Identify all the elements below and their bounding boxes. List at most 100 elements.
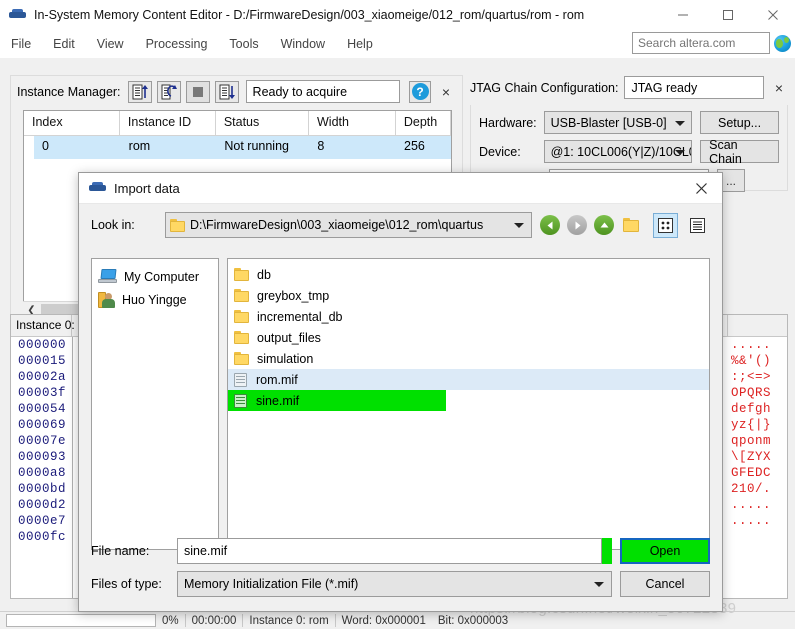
- list-item-label: rom.mif: [256, 372, 298, 387]
- application-window: In-System Memory Content Editor - D:/Fir…: [0, 0, 795, 629]
- instance-manager-label: Instance Manager:: [17, 84, 121, 99]
- parent-directory-icon[interactable]: [594, 215, 614, 235]
- list-view-icon[interactable]: [653, 212, 678, 238]
- device-value: @1: 10CL006(Y|Z)/10CL0: [550, 144, 693, 159]
- new-folder-icon[interactable]: [621, 213, 646, 238]
- instance-manager-close-icon[interactable]: ×: [436, 81, 456, 103]
- folder-icon: [234, 331, 249, 344]
- hex-address-column: 000000 000015 00002a 00003f 000054 00006…: [11, 337, 73, 598]
- continuous-read-icon[interactable]: [156, 80, 181, 103]
- cancel-button[interactable]: Cancel: [620, 570, 710, 597]
- ascii-row: \[ZYX: [731, 450, 772, 464]
- read-data-icon[interactable]: [127, 80, 152, 103]
- stop-icon[interactable]: [185, 80, 210, 103]
- search-input[interactable]: [632, 32, 770, 54]
- setup-button[interactable]: Setup...: [700, 111, 779, 134]
- cell-depth: 256: [404, 139, 425, 153]
- acquisition-status-field: Ready to acquire: [245, 80, 400, 103]
- folder-icon: [234, 310, 249, 323]
- cell-instance-id: rom: [128, 139, 151, 153]
- word-address: Word: 0x000001: [341, 614, 426, 627]
- jtag-close-icon[interactable]: ×: [770, 80, 788, 96]
- hardware-select[interactable]: USB-Blaster [USB-0]: [543, 111, 693, 134]
- bit-address: Bit: 0x000003: [437, 614, 509, 627]
- filename-input[interactable]: [177, 537, 602, 564]
- dialog-title-bar: Import data: [79, 173, 722, 204]
- filetype-label: Files of type:: [91, 576, 162, 591]
- mif-file-icon: [234, 372, 248, 387]
- sidebar-item-label: Huo Yingge: [122, 293, 187, 307]
- ascii-row: qponm: [731, 434, 772, 448]
- list-item-label: simulation: [257, 351, 314, 366]
- list-item-selected[interactable]: sine.mif: [228, 390, 446, 411]
- hex-address: 000015: [18, 354, 67, 368]
- hex-address: 00007e: [18, 434, 67, 448]
- jtag-status-text: JTAG ready: [631, 80, 698, 95]
- globe-icon[interactable]: [774, 34, 791, 52]
- hex-address: 00003f: [18, 386, 67, 400]
- list-item[interactable]: rom.mif: [228, 369, 709, 390]
- help-button[interactable]: ?: [409, 80, 431, 103]
- cell-index: 0: [42, 139, 49, 153]
- scan-chain-button[interactable]: Scan Chain: [700, 138, 779, 166]
- elapsed-time: 00:00:00: [191, 614, 237, 627]
- forward-icon[interactable]: [567, 215, 587, 235]
- chevron-down-icon: [514, 223, 524, 228]
- menu-help[interactable]: Help: [336, 34, 384, 54]
- menu-edit[interactable]: Edit: [42, 34, 86, 54]
- user-icon: [98, 292, 115, 308]
- ascii-row: .....: [731, 498, 772, 512]
- navigation-buttons: [540, 212, 710, 238]
- menu-processing[interactable]: Processing: [135, 34, 219, 54]
- list-item[interactable]: output_files: [228, 327, 709, 348]
- ascii-row: OPQRS: [731, 386, 772, 400]
- detail-view-icon[interactable]: [685, 213, 710, 238]
- filetype-value: Memory Initialization File (*.mif): [184, 576, 359, 591]
- list-item[interactable]: db: [228, 264, 709, 285]
- close-icon[interactable]: [750, 0, 795, 29]
- table-row[interactable]: 0 rom Not running 8 256: [34, 136, 451, 159]
- hex-address: 0000e7: [18, 514, 67, 528]
- dialog-close-icon[interactable]: [680, 173, 722, 204]
- jtag-header: JTAG Chain Configuration: JTAG ready ×: [470, 75, 788, 100]
- col-index: Index: [24, 111, 120, 135]
- write-data-icon[interactable]: [214, 80, 239, 103]
- back-icon[interactable]: [540, 215, 560, 235]
- file-list[interactable]: db greybox_tmp incremental_db output_fil…: [227, 258, 710, 550]
- path-value: D:\FirmwareDesign\003_xiaomeige\012_rom\…: [190, 218, 484, 232]
- path-select[interactable]: D:\FirmwareDesign\003_xiaomeige\012_rom\…: [165, 212, 532, 238]
- list-item[interactable]: greybox_tmp: [228, 285, 709, 306]
- folder-icon: [170, 218, 185, 232]
- ascii-row: .....: [731, 514, 772, 528]
- col-status: Status: [216, 111, 309, 135]
- open-button[interactable]: Open: [620, 537, 710, 564]
- folder-icon: [234, 289, 249, 302]
- ascii-row: 210/.: [731, 482, 772, 496]
- device-select[interactable]: @1: 10CL006(Y|Z)/10CL0: [543, 140, 693, 163]
- menu-tools[interactable]: Tools: [218, 34, 269, 54]
- hex-address: 000093: [18, 450, 67, 464]
- dialog-footer: File name: Open Files of type: Memory In…: [91, 537, 710, 599]
- menu-window[interactable]: Window: [270, 34, 336, 54]
- menu-file[interactable]: File: [0, 34, 42, 54]
- window-title: In-System Memory Content Editor - D:/Fir…: [34, 7, 585, 22]
- hex-ascii-column: ..... %&'() :;<=> OPQRS defgh yz{|} qpon…: [727, 337, 787, 598]
- list-item[interactable]: simulation: [228, 348, 709, 369]
- hex-address: 000054: [18, 402, 67, 416]
- ascii-row: defgh: [731, 402, 772, 416]
- sidebar-item-huo-yingge[interactable]: Huo Yingge: [92, 288, 218, 312]
- minimize-icon[interactable]: [660, 0, 705, 29]
- filetype-select[interactable]: Memory Initialization File (*.mif): [177, 570, 612, 597]
- menu-view[interactable]: View: [86, 34, 135, 54]
- list-item[interactable]: incremental_db: [228, 306, 709, 327]
- sidebar-item-my-computer[interactable]: My Computer: [92, 265, 218, 288]
- hex-address: 000000: [18, 338, 67, 352]
- jtag-title-label: JTAG Chain Configuration:: [470, 80, 619, 95]
- hex-address: 00002a: [18, 370, 67, 384]
- maximize-icon[interactable]: [705, 0, 750, 29]
- cell-width: 8: [317, 139, 325, 153]
- chevron-down-icon: [594, 581, 604, 587]
- dialog-app-icon: [89, 182, 106, 194]
- places-sidebar: My Computer Huo Yingge: [91, 258, 219, 550]
- search-area: [632, 32, 791, 54]
